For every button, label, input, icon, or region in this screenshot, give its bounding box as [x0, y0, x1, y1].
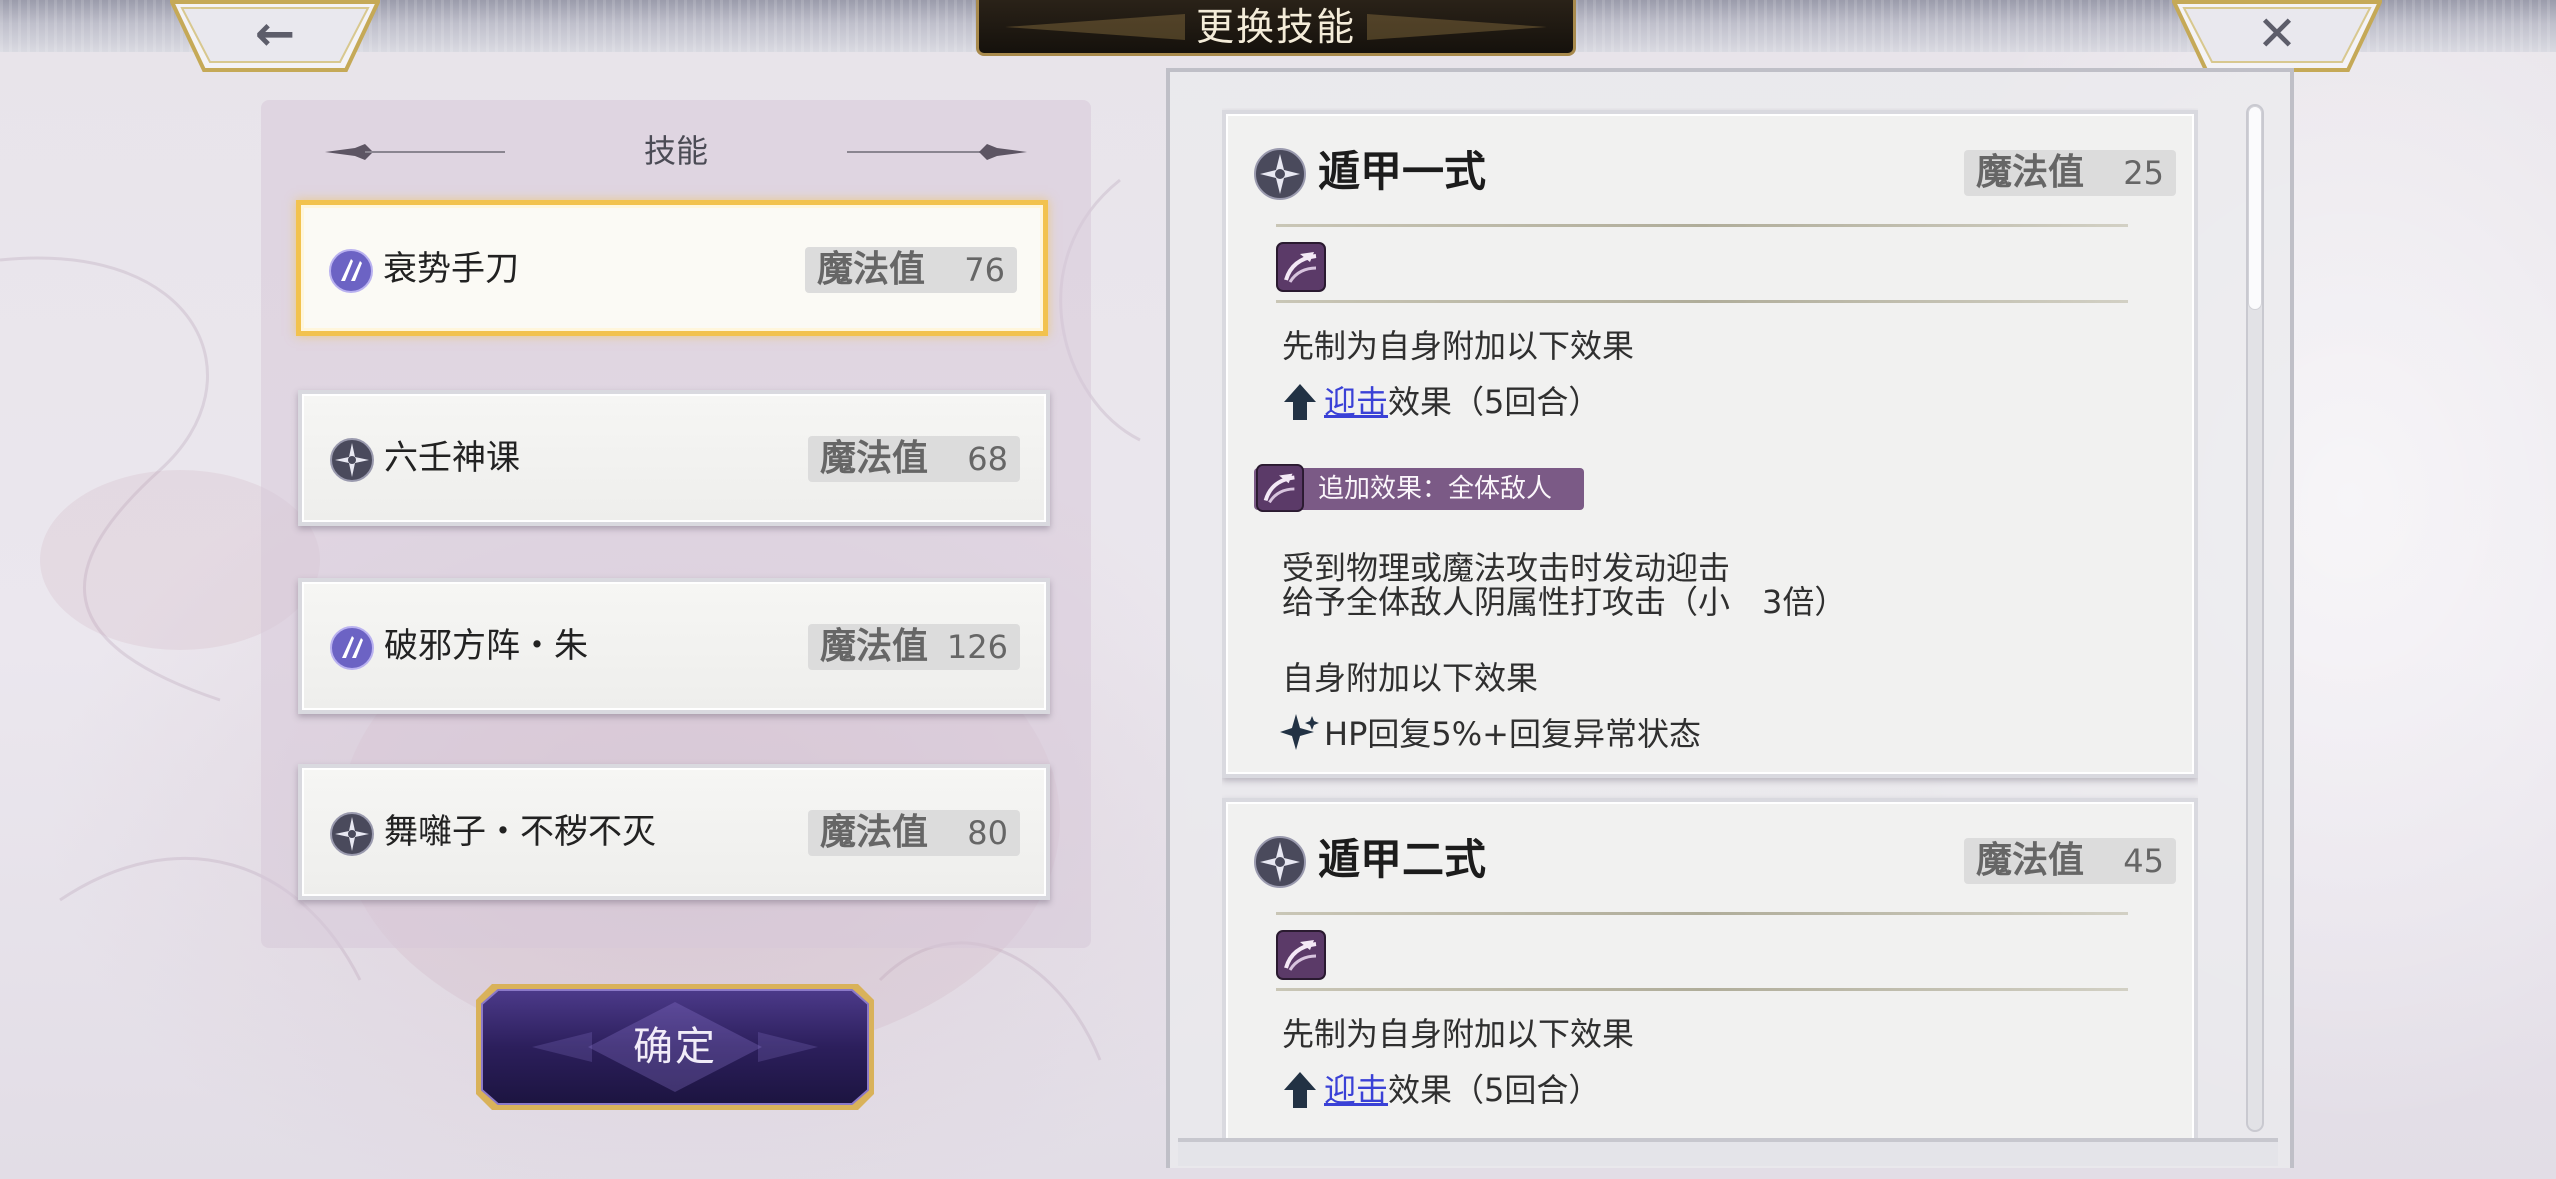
extra-effect-label: 追加效果：全体敌人	[1318, 474, 1553, 504]
mana-value: 76	[964, 251, 1005, 289]
mana-value: 68	[967, 440, 1008, 478]
right-divider-ornament	[847, 144, 1027, 160]
slash-icon	[329, 249, 373, 293]
mana-badge: 魔法值 76	[805, 247, 1017, 293]
mana-badge: 魔法值 45	[1964, 838, 2176, 884]
detail-panel-bottom-edge	[1178, 1138, 2278, 1166]
effect-intro-text: 先制为自身附加以下效果	[1282, 327, 1635, 365]
mana-badge: 魔法值 68	[808, 436, 1020, 482]
divider	[1276, 224, 2128, 227]
counter-description-line2: 给予全体敌人阴属性打攻击（小 3倍）	[1282, 583, 1847, 621]
close-icon: ✕	[2256, 6, 2298, 62]
divider	[1276, 912, 2128, 915]
back-arrow-icon: ←	[254, 6, 296, 62]
detail-skill-name: 遁甲二式	[1318, 835, 1487, 884]
counter-skill-type-icon	[1276, 930, 1326, 980]
detail-scroll-area[interactable]: 遁甲一式 魔法值 25 先制为自身附加以下效果 迎击效果（5回合） 追加效果：全…	[1222, 108, 2198, 1138]
mana-value: 45	[2123, 842, 2164, 880]
extra-effect-tag: 追加效果：全体敌人	[1254, 464, 1584, 512]
heal-sparkle-icon	[1280, 714, 1319, 750]
confirm-label: 确定	[633, 1024, 717, 1070]
confirm-button[interactable]: 确定	[472, 980, 878, 1114]
counter-effect-link[interactable]: 迎击	[1324, 383, 1388, 421]
buff-up-arrow-icon	[1284, 384, 1316, 420]
divider	[1276, 300, 2128, 303]
skill-card[interactable]: 衰势手刀 魔法值 76	[296, 200, 1048, 336]
counter-effect-link[interactable]: 迎击	[1324, 1071, 1388, 1109]
mana-badge: 魔法值 80	[808, 810, 1020, 856]
effect-duration: 效果（5回合）	[1388, 383, 1601, 421]
mana-label: 魔法值	[820, 438, 929, 479]
buff-up-arrow-icon	[1284, 1072, 1316, 1108]
skill-detail-card: 遁甲二式 魔法值 45 先制为自身附加以下效果 迎击效果（5回合）	[1222, 798, 2198, 1138]
skill-card[interactable]: 六壬神课 魔法值 68	[298, 390, 1050, 526]
divider	[1276, 988, 2128, 991]
effect-line: 迎击效果（5回合）	[1324, 384, 1600, 420]
mana-badge: 魔法值 126	[808, 624, 1020, 670]
mana-value: 80	[967, 814, 1008, 852]
shuriken-icon	[1254, 148, 1306, 200]
counter-description-line1: 受到物理或魔法攻击时发动迎击	[1282, 549, 1731, 587]
shuriken-icon	[1254, 836, 1306, 888]
close-button[interactable]: ✕	[2172, 0, 2382, 72]
skill-section-header: 技能	[261, 126, 1091, 176]
back-button[interactable]: ←	[170, 0, 380, 72]
skill-name: 破邪方阵・朱	[384, 626, 588, 666]
mana-label: 魔法值	[820, 626, 929, 667]
counter-skill-type-icon	[1256, 464, 1304, 512]
heal-effect-text: HP回复5%+回复异常状态	[1324, 715, 1701, 753]
skill-card[interactable]: 舞囃子・不秽不灭 魔法值 80	[298, 764, 1050, 900]
page-title: 更换技能	[1195, 5, 1356, 49]
slash-icon	[330, 626, 374, 670]
shuriken-icon	[330, 812, 374, 856]
skill-card[interactable]: 破邪方阵・朱 魔法值 126	[298, 578, 1050, 714]
title-plate: 更换技能	[976, 0, 1576, 56]
skill-name: 衰势手刀	[383, 249, 519, 289]
self-effect-text: 自身附加以下效果	[1282, 659, 1539, 697]
mana-badge: 魔法值 25	[1964, 150, 2176, 196]
shuriken-icon	[330, 438, 374, 482]
effect-intro-text: 先制为自身附加以下效果	[1282, 1015, 1635, 1053]
skill-detail-card: 遁甲一式 魔法值 25 先制为自身附加以下效果 迎击效果（5回合） 追加效果：全…	[1222, 110, 2198, 778]
detail-scrollbar-thumb[interactable]	[2248, 106, 2262, 310]
effect-duration: 效果（5回合）	[1388, 1071, 1601, 1109]
mana-value: 25	[2123, 154, 2164, 192]
mana-label: 魔法值	[817, 249, 926, 290]
skill-name: 六壬神课	[384, 438, 520, 478]
effect-line: 迎击效果（5回合）	[1324, 1072, 1600, 1108]
detail-skill-name: 遁甲一式	[1318, 147, 1487, 196]
mana-label: 魔法值	[1976, 840, 2085, 881]
mana-label: 魔法值	[1976, 152, 2085, 193]
skill-name: 舞囃子・不秽不灭	[384, 812, 656, 852]
counter-skill-type-icon	[1276, 242, 1326, 292]
mana-label: 魔法值	[820, 812, 929, 853]
mana-value: 126	[946, 628, 1008, 666]
